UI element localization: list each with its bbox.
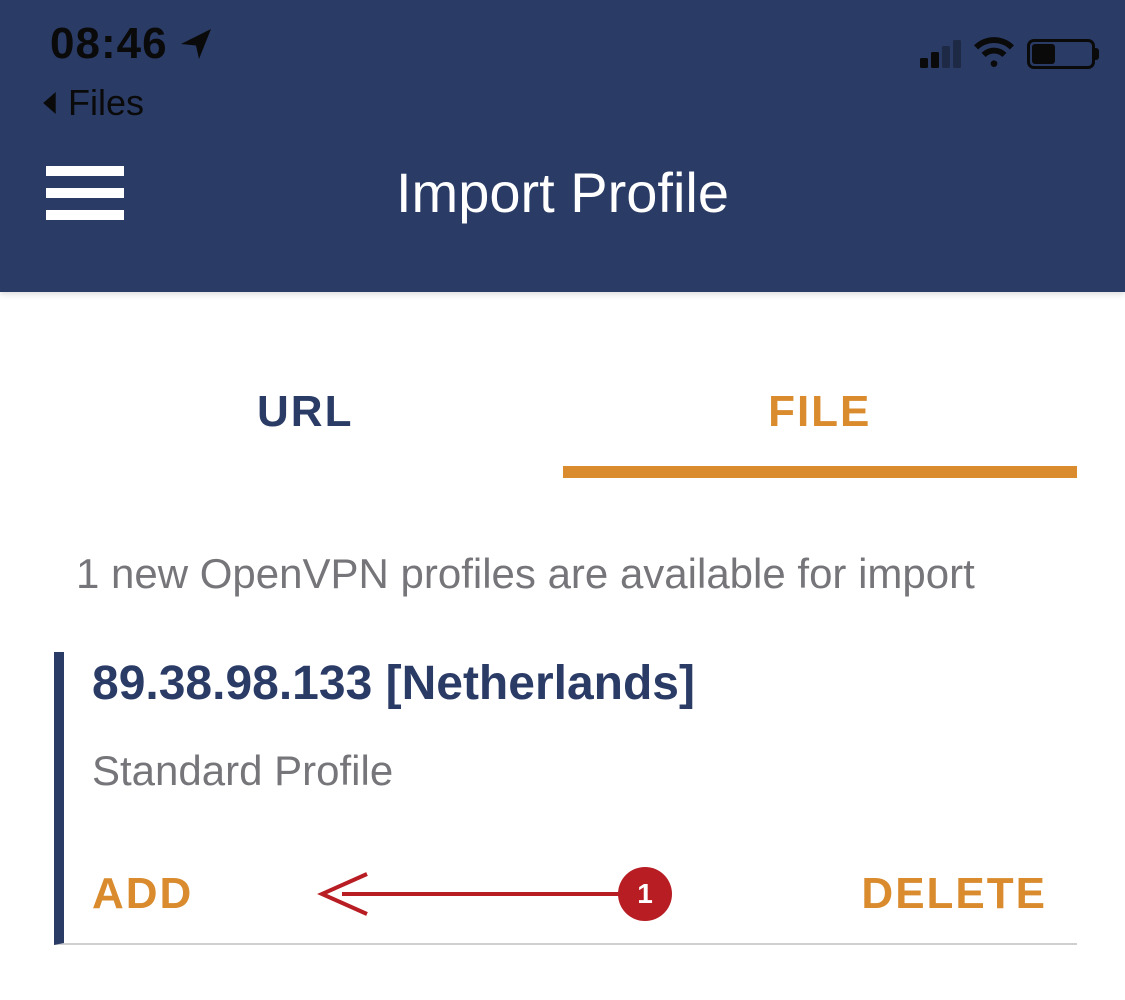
location-icon <box>178 26 214 62</box>
battery-icon <box>1027 39 1095 69</box>
add-button[interactable]: ADD <box>92 869 193 919</box>
content-area: URL FILE 1 new OpenVPN profiles are avai… <box>0 292 1125 945</box>
delete-button[interactable]: DELETE <box>861 869 1047 919</box>
back-to-files-button[interactable]: Files <box>0 82 1125 124</box>
status-bar: 08:46 <box>0 0 1125 70</box>
status-bar-left: 08:46 <box>50 19 214 69</box>
annotation-arrow: 1 <box>312 867 672 921</box>
status-bar-right <box>920 37 1095 72</box>
import-status-text: 1 new OpenVPN profiles are available for… <box>48 550 1077 598</box>
tab-bar: URL FILE <box>48 352 1077 472</box>
tab-file[interactable]: FILE <box>563 352 1078 472</box>
nav-row: Import Profile <box>0 160 1125 225</box>
profile-title: 89.38.98.133 [Netherlands] <box>92 656 1077 711</box>
status-time: 08:46 <box>50 19 168 69</box>
app-header: 08:46 Files Import Profile <box>0 0 1125 292</box>
profile-item: 89.38.98.133 [Netherlands] Standard Prof… <box>54 652 1077 945</box>
profile-actions: ADD 1 DELETE <box>92 869 1077 919</box>
tab-url[interactable]: URL <box>48 352 563 472</box>
profile-subtitle: Standard Profile <box>92 747 1077 795</box>
wifi-icon <box>973 37 1015 72</box>
page-title: Import Profile <box>46 160 1079 225</box>
back-label: Files <box>68 82 144 124</box>
cellular-icon <box>920 40 961 68</box>
annotation-badge: 1 <box>618 867 672 921</box>
